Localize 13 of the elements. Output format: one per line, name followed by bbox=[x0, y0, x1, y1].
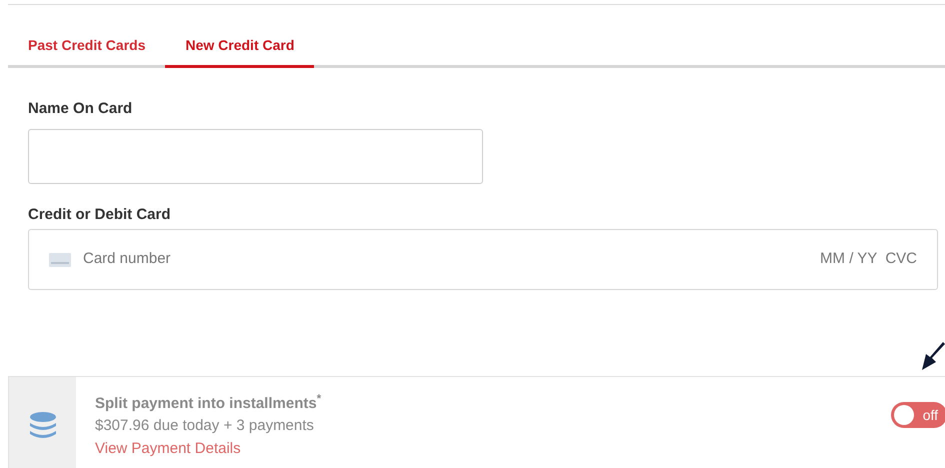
payment-details-link[interactable]: View Payment Details bbox=[95, 438, 241, 460]
tab[interactable]: New Credit Card bbox=[165, 35, 314, 68]
installments-summary: $307.96 due today + 3 payments bbox=[95, 416, 314, 436]
pointer-arrow-icon bbox=[922, 340, 945, 370]
coin-stack-icon bbox=[30, 412, 56, 440]
card-input-field[interactable]: Card number MM / YY CVC bbox=[28, 229, 938, 290]
credit-card-icon bbox=[49, 252, 71, 266]
field-label: Credit or Debit Card bbox=[28, 205, 172, 225]
tab[interactable]: Past Credit Cards bbox=[8, 35, 166, 68]
installments-toggle[interactable]: off bbox=[891, 402, 945, 428]
installments-title: Split payment into installments$^{*}$ bbox=[95, 394, 322, 414]
field-label: Name On Card bbox=[28, 99, 134, 119]
name-input-field[interactable] bbox=[28, 129, 483, 184]
